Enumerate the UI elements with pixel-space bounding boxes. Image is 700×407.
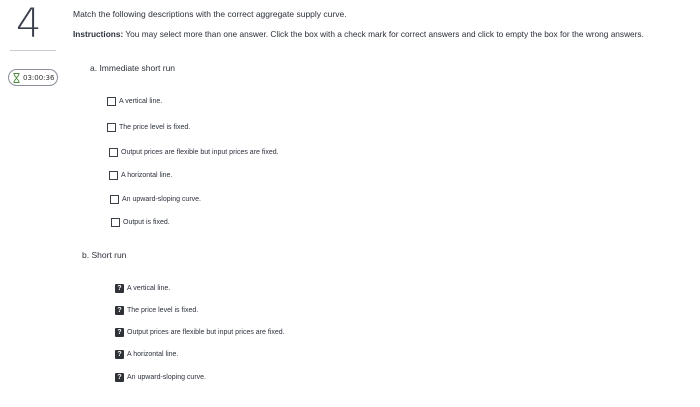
option-label: Output is fixed. xyxy=(123,219,170,226)
answer-checkbox[interactable] xyxy=(111,218,120,227)
option-label: Output prices are flexible but input pri… xyxy=(127,329,285,336)
part_a-option[interactable]: Output is fixed. xyxy=(111,218,170,227)
question-mark-icon[interactable]: ? xyxy=(115,306,124,315)
option-label: A vertical line. xyxy=(119,98,163,105)
instructions-label: Instructions: xyxy=(73,29,124,39)
option-label: An upward-sloping curve. xyxy=(122,196,201,203)
answer-checkbox[interactable] xyxy=(110,195,119,204)
timer-badge: 03:00:36 xyxy=(8,69,58,86)
answer-checkbox[interactable] xyxy=(107,123,116,132)
instructions: Instructions: You may select more than o… xyxy=(73,29,663,40)
part_a-option[interactable]: Output prices are flexible but input pri… xyxy=(109,148,279,157)
part_a-option[interactable]: An upward-sloping curve. xyxy=(110,195,201,204)
part-b-label: b. Short run xyxy=(82,250,127,260)
option-label: A horizontal line. xyxy=(127,351,179,358)
answer-checkbox[interactable] xyxy=(109,148,118,157)
question-number-divider xyxy=(10,50,56,51)
answer-checkbox[interactable] xyxy=(109,171,118,180)
answer-checkbox[interactable] xyxy=(107,97,116,106)
part_b-option[interactable]: ? A horizontal line. xyxy=(115,350,178,359)
part_a-option[interactable]: The price level is fixed. xyxy=(107,123,190,132)
timer-text: 03:00:36 xyxy=(23,73,55,82)
hourglass-icon xyxy=(13,72,20,83)
part_b-option[interactable]: ? Output prices are flexible but input pr… xyxy=(115,328,285,337)
question-prompt: Match the following descriptions with th… xyxy=(73,9,347,19)
question-mark-icon[interactable]: ? xyxy=(115,284,124,293)
option-label: A horizontal line. xyxy=(121,172,173,179)
option-label: An upward-sloping curve. xyxy=(127,374,206,381)
part_b-option[interactable]: ? A vertical line. xyxy=(115,284,170,293)
question-mark-icon[interactable]: ? xyxy=(115,373,124,382)
instructions-text: You may select more than one answer. Cli… xyxy=(123,29,644,39)
option-label: Output prices are flexible but input pri… xyxy=(121,149,279,156)
option-label: A vertical line. xyxy=(127,285,171,292)
part_b-option[interactable]: ? An upward-sloping curve. xyxy=(115,373,206,382)
question-number: 4 xyxy=(16,1,42,47)
part_b-option[interactable]: ? The price level is fixed. xyxy=(115,306,198,315)
option-label: The price level is fixed. xyxy=(127,307,199,314)
part_a-option[interactable]: A vertical line. xyxy=(107,97,162,106)
option-label: The price level is fixed. xyxy=(119,124,191,131)
part_a-option[interactable]: A horizontal line. xyxy=(109,171,172,180)
part-a-label: a. Immediate short run xyxy=(90,63,176,73)
question-mark-icon[interactable]: ? xyxy=(115,350,124,359)
question-mark-icon[interactable]: ? xyxy=(115,328,124,337)
